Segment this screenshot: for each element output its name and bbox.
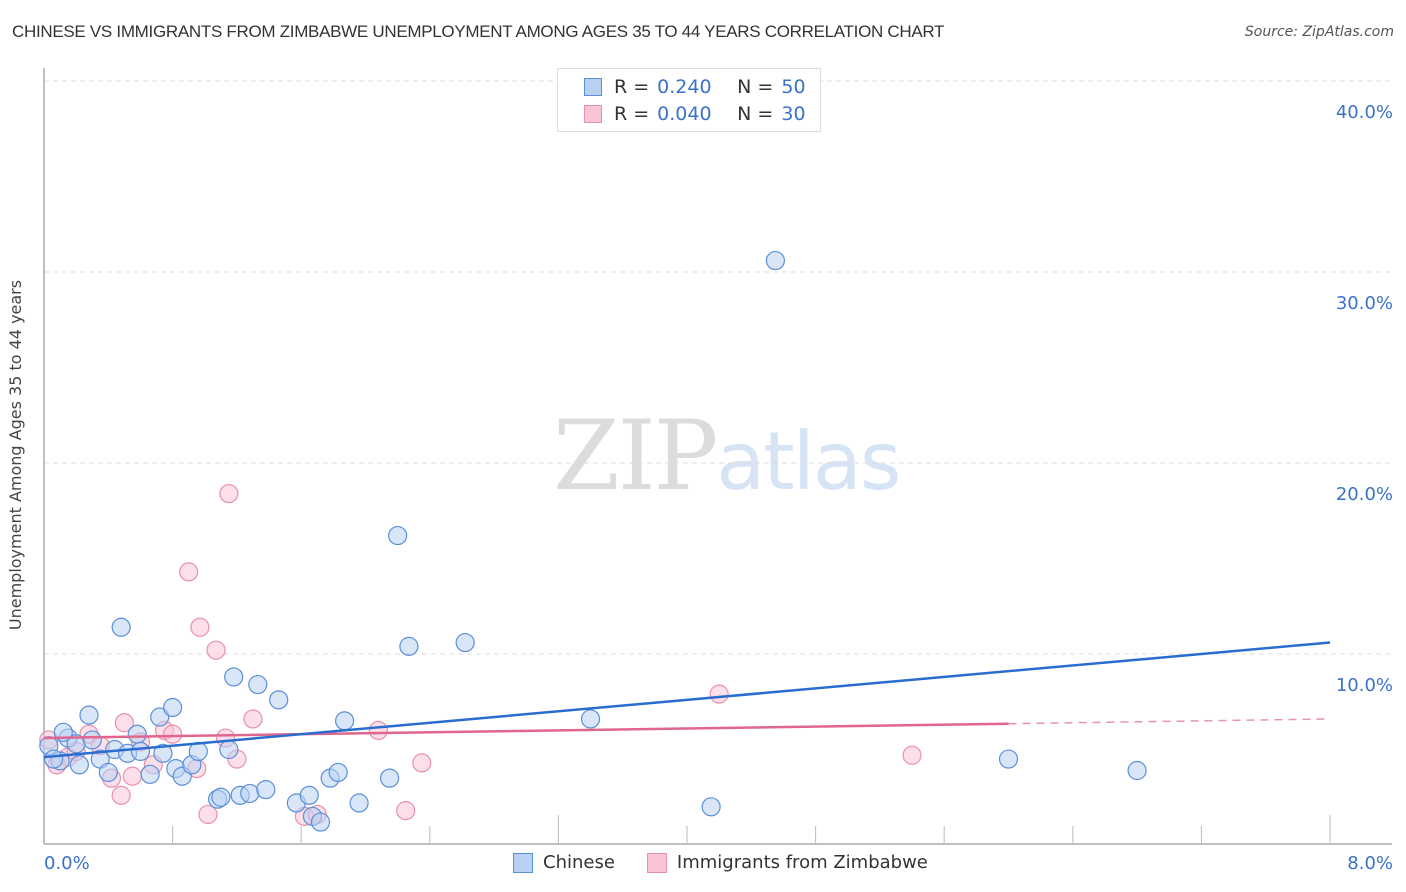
y-tick-label: 30.0% — [1336, 293, 1393, 314]
zimbabwe-swatch — [584, 105, 602, 123]
n-value: 50 — [781, 76, 806, 98]
data-point-zimbabwe — [206, 640, 226, 660]
trend-line-zimbabwe-extension — [1008, 718, 1331, 725]
data-point-chinese — [130, 741, 151, 762]
data-point-chinese — [380, 768, 400, 788]
data-point-zimbabwe — [902, 745, 922, 765]
data-point-zimbabwe — [396, 801, 416, 821]
r-value: 0.040 — [657, 103, 712, 125]
trend-line-chinese — [43, 641, 1331, 759]
data-point-zimbabwe — [709, 684, 729, 704]
data-point-chinese — [69, 755, 89, 775]
data-point-chinese — [79, 705, 99, 725]
data-point-chinese — [211, 787, 231, 807]
x-tick-label: 8.0% — [1347, 853, 1393, 874]
data-point-chinese — [1127, 760, 1147, 781]
trend-lines — [43, 641, 1331, 759]
legend-label: Immigrants from Zimbabwe — [676, 852, 928, 873]
chinese-swatch — [584, 78, 602, 96]
data-point-chinese — [310, 812, 331, 832]
n-value: 30 — [781, 103, 806, 125]
legend-row-chinese: R = 0.240 N = 50 — [584, 76, 806, 98]
n-label: N = — [737, 76, 774, 98]
data-point-zimbabwe — [412, 753, 432, 773]
scatter-chart: 10.0% 20.0% 30.0% 40.0% 0.0% 8.0% — [39, 68, 1393, 874]
data-point-chinese — [335, 711, 355, 731]
y-tick-label: 10.0% — [1336, 675, 1393, 696]
data-point-chinese — [219, 739, 239, 760]
data-point-zimbabwe — [190, 617, 210, 637]
r-label: R = — [614, 76, 650, 98]
data-point-chinese — [299, 785, 319, 805]
data-point-chinese — [140, 764, 160, 784]
legend-row-zimbabwe: R = 0.040 N = 30 — [584, 103, 806, 125]
y-tick-label: 40.0% — [1336, 102, 1393, 123]
data-point-chinese — [127, 724, 147, 744]
data-point-chinese — [349, 793, 369, 813]
data-point-chinese — [44, 749, 64, 769]
trend-line-zimbabwe — [43, 722, 1009, 740]
data-point-chinese — [388, 525, 408, 546]
correlation-legend: R = 0.240 N = 50 R = 0.040 N = 30 — [557, 68, 821, 132]
r-value: 0.240 — [657, 76, 712, 98]
legend-item-chinese[interactable]: Chinese — [513, 852, 615, 873]
legend-label: Chinese — [543, 852, 615, 873]
data-point-chinese — [240, 783, 260, 804]
data-point-chinese — [111, 617, 131, 637]
chinese-swatch — [513, 852, 533, 873]
grid-lines — [44, 80, 1392, 655]
series-chinese-points — [39, 250, 1147, 832]
y-tick-label: 20.0% — [1336, 484, 1393, 505]
data-point-chinese — [82, 730, 102, 750]
x-tick-label: 0.0% — [44, 853, 90, 874]
data-point-chinese — [224, 667, 244, 687]
data-point-chinese — [455, 632, 475, 653]
data-point-zimbabwe — [111, 785, 131, 805]
data-point-zimbabwe — [219, 483, 239, 504]
data-point-chinese — [248, 674, 268, 695]
data-point-chinese — [765, 250, 786, 271]
data-point-chinese — [256, 780, 276, 800]
data-point-zimbabwe — [179, 562, 199, 582]
zimbabwe-swatch — [646, 852, 667, 873]
data-point-chinese — [269, 690, 289, 710]
data-point-chinese — [163, 697, 183, 718]
data-point-zimbabwe — [163, 724, 183, 744]
n-label: N = — [737, 103, 774, 125]
data-point-zimbabwe — [243, 709, 263, 729]
data-point-chinese — [580, 709, 601, 729]
data-point-chinese — [98, 762, 118, 783]
data-point-zimbabwe — [368, 720, 388, 741]
data-point-chinese — [399, 636, 419, 656]
series-legend: Chinese Immigrants from Zimbabwe — [513, 852, 960, 873]
data-point-zimbabwe — [122, 766, 143, 786]
legend-item-zimbabwe[interactable]: Immigrants from Zimbabwe — [646, 852, 928, 873]
r-label: R = — [614, 103, 650, 125]
data-point-chinese — [328, 762, 348, 783]
data-point-chinese — [701, 797, 721, 817]
data-point-chinese — [998, 749, 1019, 769]
